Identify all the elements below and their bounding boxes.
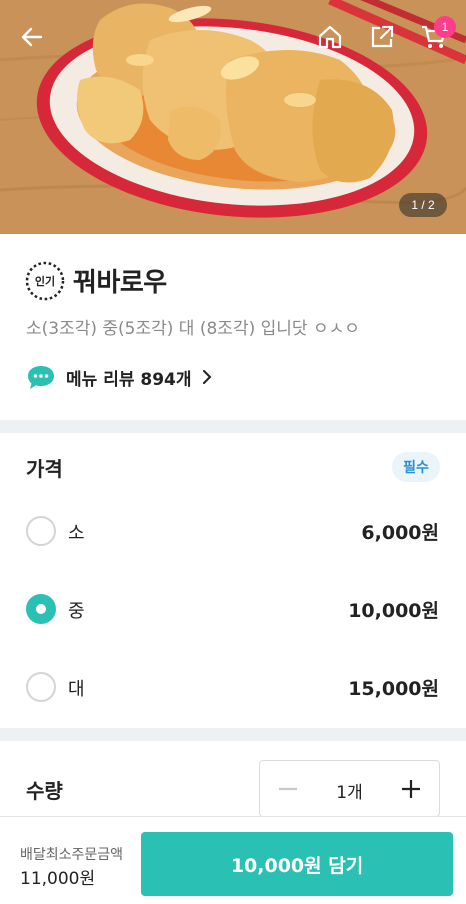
popular-badge-label: 인기: [34, 275, 56, 288]
popular-badge: 인기: [24, 260, 66, 302]
quantity-section-title: 수량: [26, 779, 63, 803]
option-label: 소: [68, 523, 85, 544]
option-price: 6,000원: [361, 522, 439, 544]
share-icon: [371, 25, 394, 48]
section-divider: [0, 420, 466, 433]
option-price: 15,000원: [348, 678, 439, 700]
bottom-order-bar: 배달최소주문금액 11,000원 10,000원 담기: [0, 816, 466, 904]
back-button[interactable]: [15, 20, 49, 54]
speech-bubble-icon: [28, 366, 54, 389]
cart-count-badge: 1: [434, 16, 456, 38]
option-label: 대: [68, 679, 85, 700]
home-button[interactable]: [313, 20, 347, 54]
price-section-title: 가격: [26, 457, 63, 481]
chevron-right-icon: [202, 370, 211, 384]
radio-button[interactable]: [26, 516, 56, 546]
review-link-label: 메뉴 리뷰 894개: [66, 369, 192, 390]
plus-icon: [402, 780, 420, 798]
quantity-section: 수량 1개: [0, 741, 466, 821]
menu-detail-page: 1 1 / 2 인기 꿔바로우 소(3조각) 중(5조각) 대 (8조각) 입니…: [0, 0, 466, 904]
share-button[interactable]: [365, 20, 399, 54]
menu-photo[interactable]: 1 1 / 2: [0, 0, 466, 234]
arrow-left-icon: [21, 27, 43, 47]
home-icon: [318, 25, 342, 49]
option-price: 10,000원: [348, 600, 439, 622]
menu-review-link[interactable]: 메뉴 리뷰 894개: [26, 362, 212, 392]
decrease-button[interactable]: [274, 775, 302, 803]
section-divider: [0, 728, 466, 741]
minus-icon: [279, 787, 297, 791]
min-order-label: 배달최소주문금액: [20, 847, 124, 863]
add-to-cart-button[interactable]: 10,000원 담기: [141, 832, 453, 896]
radio-button-selected[interactable]: [26, 594, 56, 624]
radio-button[interactable]: [26, 672, 56, 702]
menu-title: 꿔바로우: [73, 268, 167, 298]
quantity-stepper: 1개: [259, 760, 440, 817]
option-label: 중: [68, 601, 85, 622]
increase-button[interactable]: [397, 775, 425, 803]
menu-info-section: 인기 꿔바로우 소(3조각) 중(5조각) 대 (8조각) 입니닷 ㅇㅅㅇ 메뉴…: [0, 234, 466, 420]
required-badge: 필수: [392, 452, 440, 482]
price-section: 가격 필수 소 6,000원 중 10,000원 대 15,000원: [0, 433, 466, 728]
quantity-value: 1개: [336, 783, 363, 803]
menu-description: 소(3조각) 중(5조각) 대 (8조각) 입니닷 ㅇㅅㅇ: [26, 319, 360, 339]
min-order-value: 11,000원: [20, 869, 96, 889]
price-option-small[interactable]: 소 6,000원: [0, 501, 466, 561]
price-option-large[interactable]: 대 15,000원: [0, 657, 466, 717]
photo-page-indicator: 1 / 2: [399, 193, 447, 217]
price-option-medium[interactable]: 중 10,000원: [0, 579, 466, 639]
